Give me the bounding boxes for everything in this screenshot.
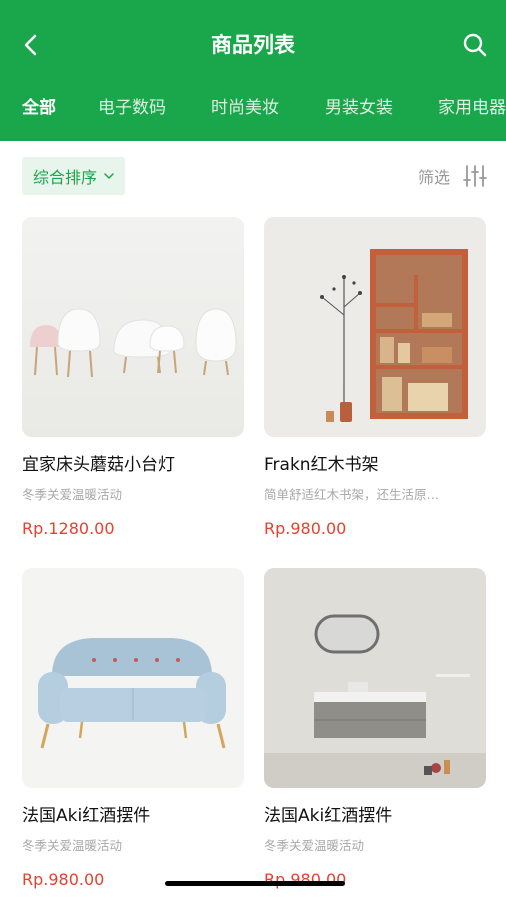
product-image xyxy=(22,568,244,788)
search-icon xyxy=(463,33,487,57)
chevron-down-icon xyxy=(104,173,114,179)
tab-beauty[interactable]: 时尚美妆 xyxy=(211,90,279,126)
sort-label: 综合排序 xyxy=(33,168,98,187)
filter-bar: 综合排序 筛选 xyxy=(0,141,506,211)
product-name: Frakn红木书架 xyxy=(264,455,379,475)
category-tabs: 全部 电子数码 时尚美妆 男装女装 家用电器 xyxy=(0,90,506,126)
home-indicator[interactable] xyxy=(165,881,345,886)
app-header: 商品列表 全部 电子数码 时尚美妆 男装女装 家用电器 xyxy=(0,0,506,141)
search-button[interactable] xyxy=(458,28,492,62)
filter-sliders-icon xyxy=(463,165,487,187)
product-desc: 冬季关爱温暖活动 xyxy=(22,838,123,853)
product-price: Rp.1280.00 xyxy=(22,519,115,538)
product-desc: 冬季关爱温暖活动 xyxy=(264,838,365,853)
product-image xyxy=(264,217,486,437)
product-name: 法国Aki红酒摆件 xyxy=(22,806,151,826)
product-name: 宜家床头蘑菇小台灯 xyxy=(22,455,175,475)
filter-label: 筛选 xyxy=(417,168,450,187)
tab-all[interactable]: 全部 xyxy=(22,90,56,126)
page-title: 商品列表 xyxy=(211,33,295,57)
product-desc: 冬季关爱温暖活动 xyxy=(22,487,123,502)
product-price: Rp.980.00 xyxy=(22,870,105,889)
tab-electronics[interactable]: 电子数码 xyxy=(98,90,166,126)
filter-button[interactable]: 筛选 xyxy=(418,161,488,191)
product-image xyxy=(22,217,244,437)
tab-appliances[interactable]: 家用电器 xyxy=(438,90,506,126)
product-price: Rp.980.00 xyxy=(264,519,347,538)
sort-dropdown[interactable]: 综合排序 xyxy=(22,157,126,195)
product-image xyxy=(264,568,486,788)
tab-apparel[interactable]: 男装女装 xyxy=(325,90,393,126)
product-name: 法国Aki红酒摆件 xyxy=(264,806,393,826)
product-desc: 简单舒适红木书架，还生活原… xyxy=(264,487,440,502)
product-price: Rp.980.00 xyxy=(264,870,347,889)
